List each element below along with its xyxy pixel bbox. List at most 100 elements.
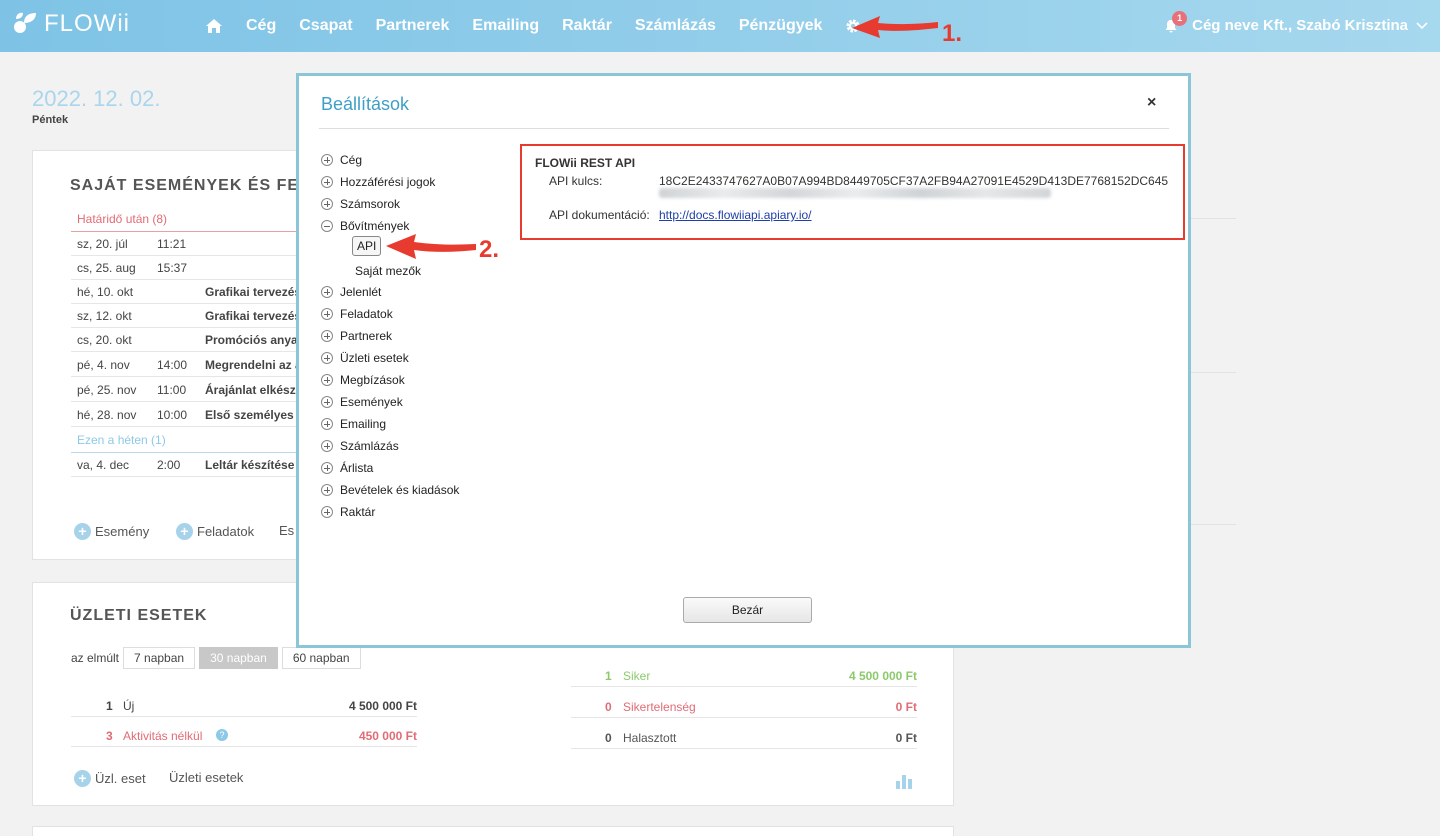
nav-item-szamlazas[interactable]: Számlázás: [635, 17, 716, 35]
case-amount: 4 500 000 Ft: [848, 669, 917, 683]
expand-icon[interactable]: [321, 440, 333, 452]
case-label: Siker: [623, 669, 651, 683]
top-navigation-bar: FLOWii Cég Csapat Partnerek Emailing Rak…: [0, 0, 1440, 52]
home-icon[interactable]: [205, 18, 223, 34]
next-panel: [32, 826, 954, 836]
tree-item-business-cases[interactable]: Üzleti esetek: [321, 351, 409, 365]
expand-icon[interactable]: [321, 396, 333, 408]
logo[interactable]: FLOWii: [12, 10, 130, 38]
expand-icon[interactable]: [321, 286, 333, 298]
notification-bell-icon[interactable]: 1: [1164, 10, 1188, 33]
bar-chart-icon[interactable]: [895, 773, 913, 789]
expand-icon[interactable]: [321, 154, 333, 166]
tree-item-access-rights[interactable]: Hozzáférési jogok: [321, 175, 435, 189]
expand-icon[interactable]: [321, 176, 333, 188]
annotation-arrow-icon: [852, 16, 938, 38]
tree-item-price-list[interactable]: Árlista: [321, 461, 373, 475]
tree-item-label: Üzleti esetek: [340, 351, 409, 365]
expand-icon[interactable]: [321, 308, 333, 320]
divider: [319, 128, 1169, 129]
filter-60-days[interactable]: 60 napban: [281, 647, 361, 669]
nav-item-partnerek[interactable]: Partnerek: [376, 17, 450, 35]
case-label: Új: [123, 699, 135, 713]
list-item[interactable]: 1 Új 4 500 000 Ft: [71, 693, 417, 717]
expand-icon[interactable]: [321, 352, 333, 364]
add-event-button[interactable]: + Esemény: [74, 523, 149, 540]
expand-icon[interactable]: [321, 418, 333, 430]
api-key-value[interactable]: 18C2E2433747627A0B07A994BD8449705CF37A2F…: [659, 174, 1168, 188]
annotation-step-2: 2.: [479, 236, 500, 263]
nav-item-csapat[interactable]: Csapat: [299, 17, 352, 35]
help-icon[interactable]: ?: [216, 729, 228, 741]
nav-item-emailing[interactable]: Emailing: [472, 17, 539, 35]
api-key-label: API kulcs:: [549, 174, 603, 188]
close-button[interactable]: Bezár: [683, 597, 812, 623]
add-task-button[interactable]: + Feladatok: [176, 523, 254, 540]
tree-item-label: Árlista: [340, 461, 374, 475]
page-day: Péntek: [32, 114, 69, 126]
list-item[interactable]: 0 Halasztott 0 Ft: [571, 725, 917, 749]
nav-item-penzugyek[interactable]: Pénzügyek: [739, 17, 823, 35]
tree-item-partners[interactable]: Partnerek: [321, 329, 392, 343]
list-item[interactable]: 0 Sikertelenség 0 Ft: [571, 694, 917, 718]
list-item[interactable]: 1 Siker 4 500 000 Ft: [571, 663, 917, 687]
tree-item-invoicing[interactable]: Számlázás: [321, 439, 399, 453]
tree-item-assignments[interactable]: Megbízások: [321, 373, 405, 387]
user-name: Cég neve Kft., Szabó Krisztina: [1192, 17, 1408, 34]
tree-item-ceg[interactable]: Cég: [321, 153, 362, 167]
filter-30-days[interactable]: 30 napban: [199, 647, 278, 669]
api-doc-label: API dokumentáció:: [549, 208, 650, 222]
chevron-down-icon[interactable]: [1416, 21, 1428, 30]
tree-item-label: Partnerek: [340, 329, 393, 343]
nav-item-ceg[interactable]: Cég: [246, 17, 276, 35]
tree-item-warehouse[interactable]: Raktár: [321, 505, 375, 519]
event-date: pé, 4. nov: [77, 358, 130, 372]
divider: [1190, 218, 1236, 219]
divider: [1190, 524, 1236, 525]
expand-icon[interactable]: [321, 374, 333, 386]
expand-icon[interactable]: [321, 506, 333, 518]
expand-icon[interactable]: [321, 462, 333, 474]
collapse-icon[interactable]: [321, 220, 333, 232]
list-item[interactable]: 3 Aktivitás nélkül ? 450 000 Ft: [71, 723, 417, 747]
filter-7-days[interactable]: 7 napban: [123, 647, 196, 669]
event-time: 14:00: [157, 358, 188, 372]
event-time: 2:00: [157, 458, 181, 472]
case-count: 1: [605, 669, 612, 683]
nav-item-raktar[interactable]: Raktár: [562, 17, 612, 35]
add-event-label: Esemény: [95, 524, 150, 539]
add-business-case-button[interactable]: + Üzl. eset: [74, 770, 146, 787]
tree-subitem-label: API: [352, 236, 382, 256]
case-amount: 4 500 000 Ft: [348, 699, 417, 713]
tree-subitem-custom-fields[interactable]: Saját mezők: [355, 264, 421, 278]
tree-subitem-label: Saját mezők: [355, 264, 422, 278]
api-doc-link[interactable]: http://docs.flowiiapi.apiary.io/: [659, 208, 812, 222]
close-icon[interactable]: ×: [1147, 94, 1156, 112]
tree-item-tasks[interactable]: Feladatok: [321, 307, 393, 321]
tree-item-label: Számlázás: [340, 439, 399, 453]
business-cases-link[interactable]: Üzleti esetek: [169, 770, 243, 785]
tree-item-emailing[interactable]: Emailing: [321, 417, 386, 431]
tree-item-events[interactable]: Események: [321, 395, 403, 409]
user-menu[interactable]: 1 Cég neve Kft., Szabó Krisztina: [1164, 10, 1428, 34]
expand-icon[interactable]: [321, 484, 333, 496]
case-label: Halasztott: [623, 731, 677, 745]
expand-icon[interactable]: [321, 198, 333, 210]
event-date: cs, 20. okt: [77, 333, 132, 347]
plus-icon: +: [74, 770, 91, 787]
add-more-label: Es: [279, 523, 295, 538]
add-more-button[interactable]: Es: [279, 523, 294, 538]
expand-icon[interactable]: [321, 330, 333, 342]
case-count: 0: [605, 700, 612, 714]
tree-item-income-expenses[interactable]: Bevételek és kiadások: [321, 483, 459, 497]
tree-subitem-api[interactable]: API: [352, 236, 382, 256]
tree-item-number-series[interactable]: Számsorok: [321, 197, 400, 211]
flowii-logo-icon: [14, 12, 36, 33]
event-date: sz, 12. okt: [77, 309, 132, 323]
tree-item-attendance[interactable]: Jelenlét: [321, 285, 381, 299]
case-count: 3: [106, 729, 113, 743]
event-title: Megrendelni az a: [205, 358, 302, 372]
api-heading: FLOWii REST API: [535, 156, 636, 170]
tree-item-label: Hozzáférési jogok: [340, 175, 436, 189]
event-title: Grafikai tervezés: [205, 285, 302, 299]
